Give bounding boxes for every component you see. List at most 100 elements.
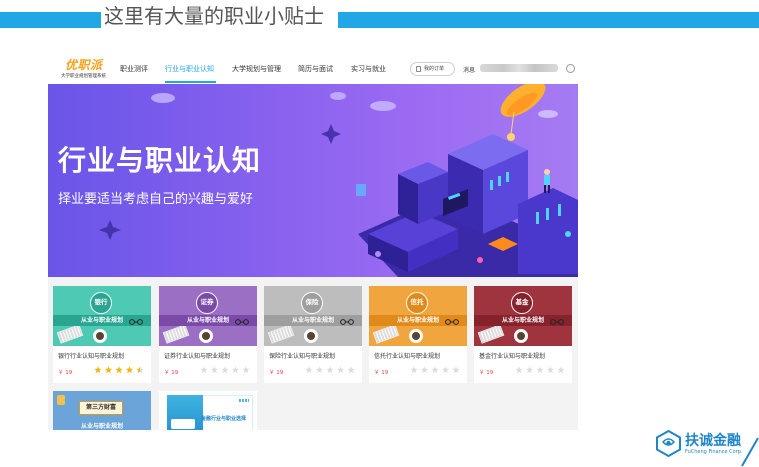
keyboard-icon: [372, 324, 400, 344]
star-icon: [536, 366, 544, 374]
site-logo[interactable]: 优职派 大学职业规划管理系统: [55, 56, 106, 80]
card-badge: 基金: [511, 292, 533, 314]
banner-illustration: [99, 84, 578, 277]
card-badge: 保险: [301, 292, 323, 314]
star-icon: [336, 366, 345, 374]
top-nav: 优职派 大学职业规划管理系统 职业测评 行业与职业认知 大学规划与管理 简历与面…: [48, 52, 578, 84]
title-bar-right: [338, 12, 759, 28]
card-price: ￥ 19: [374, 370, 389, 376]
course-card-insurance[interactable]: 保险 从业与职业规划 保险行业认知与职业规划 ￥ 19: [264, 286, 362, 383]
card-badge: 信托: [406, 292, 428, 314]
nav-item-industry[interactable]: 行业与职业认知: [165, 64, 214, 74]
card-badge: 证券: [196, 292, 218, 314]
glasses-icon: [235, 319, 249, 325]
coffee-cup-icon: [199, 329, 213, 343]
course-card-wealth[interactable]: 第三方财富 从业与职业规划: [53, 391, 151, 430]
star-icon: [452, 366, 460, 374]
card-price: ￥ 19: [479, 370, 494, 376]
glasses-icon: [129, 319, 143, 325]
card-image: 信托 从业与职业规划: [369, 286, 467, 346]
star-icon: [326, 366, 334, 374]
star-icon: [315, 366, 324, 374]
card-title: 信托行业认知与职业规划: [374, 353, 441, 360]
card-image: 银行 从业与职业规划: [53, 286, 151, 346]
star-icon: [200, 366, 208, 374]
card-image: 证券 从业与职业规划: [159, 286, 257, 346]
user-circle-icon[interactable]: [566, 64, 575, 73]
course-card-trust[interactable]: 信托 从业与职业规划信托行业认知与职业规划 ￥ 19: [369, 286, 467, 383]
star-icon: [305, 366, 313, 374]
messages-link[interactable]: 消息: [463, 65, 475, 74]
nav-item-resume[interactable]: 简历与面试: [298, 64, 333, 74]
hero-banner: 行业与职业认知 择业要适当考虑自己的兴趣与爱好: [48, 84, 578, 277]
card-title: 证券行业认知与职业规划: [164, 353, 231, 360]
logo-text: 优职派: [65, 58, 103, 72]
dots-icon: [239, 399, 249, 402]
star-icon: [242, 366, 250, 374]
coffee-cup-icon: [93, 329, 107, 343]
glasses-icon: [550, 319, 564, 325]
book-label-icon: [171, 419, 195, 429]
star-icon: [546, 366, 555, 374]
coffee-cup-icon: [304, 329, 318, 343]
order-icon: [416, 66, 421, 72]
card-title: 基金行业认知与职业规划: [479, 353, 546, 360]
banner-title: 行业与职业认知: [58, 144, 262, 177]
star-icon: [557, 366, 565, 374]
star-filled-icon: [125, 366, 134, 374]
star-icon: [431, 366, 439, 374]
website-screenshot: 优职派 大学职业规划管理系统 职业测评 行业与职业认知 大学规划与管理 简历与面…: [48, 52, 578, 430]
star-icon: [420, 366, 429, 374]
nav-active-underline: [165, 81, 216, 83]
nav-item-internship[interactable]: 实习与就业: [351, 64, 386, 74]
star-icon: [221, 366, 229, 374]
nav-item-career-test[interactable]: 职业测评: [120, 64, 148, 74]
company-name: 扶诚金融: [685, 433, 741, 449]
coffee-cup-icon: [514, 329, 528, 343]
course-card-fund[interactable]: 基金 从业与职业规划基金行业认知与职业规划 ￥ 19: [474, 286, 572, 383]
course-card-bank[interactable]: 银行 从业与职业规划 银行行业认知与职业规划 ￥ 19: [53, 286, 151, 383]
star-filled-icon: [104, 366, 113, 374]
star-icon: [525, 366, 534, 374]
star-icon: [210, 366, 219, 374]
star-icon: [410, 366, 418, 374]
my-orders-button[interactable]: 我的订单: [410, 62, 455, 76]
card-title: 保险行业认知与职业规划: [269, 353, 336, 360]
card-title: 银行行业认知与职业规划: [58, 353, 125, 360]
star-filled-icon: [115, 366, 123, 374]
rating-stars: [94, 366, 144, 374]
star-icon: [231, 366, 240, 374]
slide-title: 这里有大量的职业小贴士: [104, 4, 324, 28]
card-image: 基金 从业与职业规划: [474, 286, 572, 346]
company-name-en: FuCheng Finance Corp.: [685, 449, 743, 455]
glasses-icon: [340, 319, 354, 325]
star-icon: [347, 366, 355, 374]
pen-icon: [57, 395, 65, 405]
course-card-securities[interactable]: 证券 从业与职业规划证券行业认知与职业规划 ￥ 19: [159, 286, 257, 383]
rating-stars: [305, 366, 355, 374]
card-image: 保险 从业与职业规划: [264, 286, 362, 346]
star-icon: [441, 366, 450, 374]
company-mark-icon: [656, 430, 681, 457]
keyboard-icon: [56, 324, 84, 344]
logo-subtitle: 大学职业规划管理系统: [61, 74, 106, 79]
keyboard-icon: [477, 324, 505, 344]
card-badge: 第三方财富: [79, 401, 123, 415]
slide: 这里有大量的职业小贴士 优职派 大学职业规划管理系统 职业测评 行业与职业认知 …: [0, 0, 759, 467]
keyboard-icon: [267, 324, 295, 344]
rating-stars: [410, 366, 460, 374]
my-orders-label: 我的订单: [424, 66, 445, 72]
card-banner-text: 金融行业与职业选择: [201, 416, 247, 422]
card-banner-text: 从业与职业规划: [80, 423, 123, 430]
coffee-cup-icon: [409, 329, 423, 343]
keyboard-icon: [162, 324, 190, 344]
course-card-finance-choice[interactable]: 金融行业与职业选择: [159, 391, 257, 430]
star-icon: [515, 366, 523, 374]
corner-decoration: [741, 437, 759, 467]
title-bar-left: [0, 12, 101, 28]
star-filled-icon: [94, 366, 102, 374]
rating-stars: [200, 366, 250, 374]
nav-item-university-plan[interactable]: 大学规划与管理: [232, 64, 281, 74]
card-price: ￥ 19: [164, 370, 179, 376]
card-badge: 银行: [90, 292, 112, 314]
